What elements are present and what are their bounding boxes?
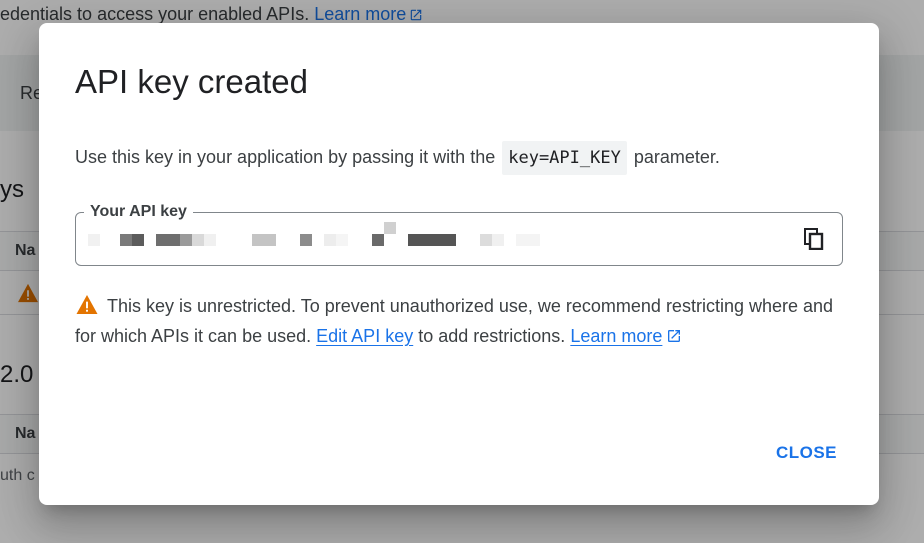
unrestricted-key-warning: This key is unrestricted. To prevent una… bbox=[75, 291, 845, 351]
learn-more-label: Learn more bbox=[570, 326, 663, 346]
learn-more-link[interactable]: Learn more bbox=[570, 326, 682, 346]
intro-text-before: Use this key in your application by pass… bbox=[75, 147, 496, 167]
intro-text-after: parameter. bbox=[633, 147, 720, 167]
external-link-icon bbox=[668, 330, 681, 342]
api-key-param-code: key=API_KEY bbox=[502, 141, 627, 175]
api-key-value-redacted[interactable] bbox=[84, 222, 544, 248]
api-key-dialog: API key created Use this key in your app… bbox=[39, 23, 879, 505]
copy-icon bbox=[804, 228, 824, 250]
edit-api-key-link[interactable]: Edit API key bbox=[316, 326, 413, 346]
copy-button[interactable] bbox=[802, 227, 826, 251]
close-button[interactable]: CLOSE bbox=[776, 443, 837, 463]
dialog-title: API key created bbox=[75, 63, 308, 100]
api-key-field-label: Your API key bbox=[84, 202, 193, 222]
warning-icon bbox=[76, 294, 98, 315]
dialog-intro: Use this key in your application by pass… bbox=[75, 140, 720, 175]
api-key-field[interactable]: Your API key bbox=[75, 202, 843, 266]
after-edit-text: to add restrictions. bbox=[418, 326, 566, 346]
